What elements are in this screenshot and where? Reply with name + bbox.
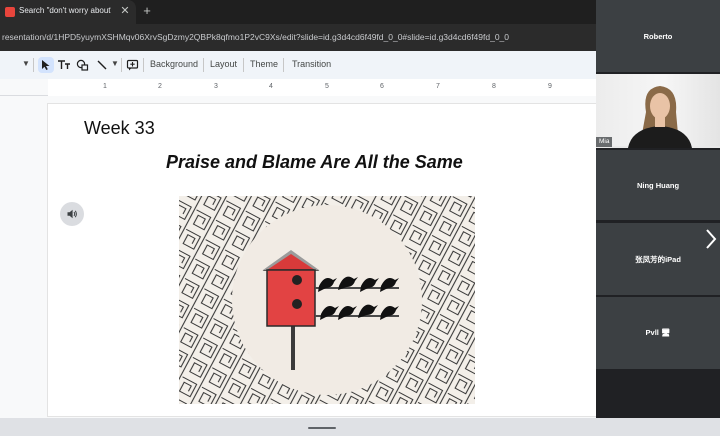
url-text[interactable]: resentation/d/1HPD5yuymXSHMqv06XrvSgDzmy… bbox=[2, 32, 596, 42]
participant-name: 张凤芳的iPad bbox=[635, 255, 681, 264]
toolbar-divider bbox=[33, 58, 34, 72]
tab-title: Search "don't worry about" in bbox=[19, 6, 111, 15]
ruler-tick: 5 bbox=[325, 83, 329, 90]
ruler-tick: 6 bbox=[380, 83, 384, 90]
slides-favicon-icon bbox=[5, 7, 15, 17]
layout-button[interactable]: Layout bbox=[210, 59, 237, 69]
participant-tile-video[interactable] bbox=[596, 74, 720, 148]
ruler-tick: 7 bbox=[436, 83, 440, 90]
participant-tile[interactable]: Roberto bbox=[596, 0, 720, 72]
participant-name: Ning Huang bbox=[636, 181, 680, 190]
ruler-tick: 2 bbox=[158, 83, 162, 90]
speaker-audio-icon[interactable] bbox=[60, 202, 84, 226]
participants-panel: Roberto Mia Ning Huang 张凤芳的iPad Pvll 🖥 bbox=[596, 0, 720, 418]
browser-tab-bar: Search "don't worry about" in ✕ + bbox=[0, 0, 596, 24]
toolbar-divider bbox=[203, 58, 204, 72]
slide-title: Praise and Blame Are All the Same bbox=[166, 152, 463, 172]
participant-video-person-icon bbox=[628, 86, 692, 148]
add-comment-icon[interactable] bbox=[124, 57, 140, 73]
participant-tile[interactable]: Ning Huang bbox=[596, 150, 720, 220]
toolbar-divider bbox=[243, 58, 244, 72]
slide-week-label: Week 33 bbox=[84, 118, 155, 138]
line-options-chevron-icon[interactable]: ▼ bbox=[111, 59, 119, 68]
horizontal-ruler[interactable]: 1 2 3 4 5 6 7 8 9 bbox=[48, 79, 596, 96]
ruler-tick: 1 bbox=[103, 83, 107, 90]
text-box-icon[interactable] bbox=[56, 57, 72, 73]
screen: Search "don't worry about" in ✕ + resent… bbox=[0, 0, 720, 436]
theme-button[interactable]: Theme bbox=[250, 59, 278, 69]
select-cursor-icon[interactable] bbox=[38, 57, 54, 73]
toolbar-divider bbox=[283, 58, 284, 72]
participant-name: Pvll 🖥 bbox=[645, 328, 671, 337]
toolbar-divider bbox=[143, 58, 144, 72]
next-page-arrow-icon[interactable] bbox=[702, 226, 720, 252]
line-icon[interactable] bbox=[94, 57, 110, 73]
shape-icon[interactable] bbox=[74, 57, 90, 73]
close-tab-icon[interactable]: ✕ bbox=[119, 4, 131, 18]
ruler-tick: 4 bbox=[269, 83, 273, 90]
ruler-tick: 3 bbox=[214, 83, 218, 90]
new-tab-button[interactable]: + bbox=[140, 3, 154, 19]
resize-handle[interactable] bbox=[308, 427, 336, 429]
slides-toolbar: ▼ ▼ Background Layout Theme Transition bbox=[0, 51, 596, 79]
toolbar-divider bbox=[121, 58, 122, 72]
bottom-bar bbox=[0, 418, 720, 436]
background-button[interactable]: Background bbox=[150, 59, 198, 69]
participant-name: Mia bbox=[596, 137, 613, 147]
birdhouse-illustration-icon bbox=[179, 196, 475, 404]
browser-tab[interactable]: Search "don't worry about" in ✕ bbox=[0, 0, 136, 24]
participant-tile[interactable]: Pvll 🖥 bbox=[596, 297, 720, 369]
transition-button[interactable]: Transition bbox=[292, 59, 331, 69]
ruler-tick: 9 bbox=[548, 83, 552, 90]
chevron-down-icon[interactable]: ▼ bbox=[22, 59, 30, 68]
slide-illustration bbox=[179, 196, 475, 404]
participant-name: Roberto bbox=[643, 32, 673, 41]
address-bar[interactable]: resentation/d/1HPD5yuymXSHMqv06XrvSgDzmy… bbox=[0, 24, 596, 51]
ruler-tick: 8 bbox=[492, 83, 496, 90]
